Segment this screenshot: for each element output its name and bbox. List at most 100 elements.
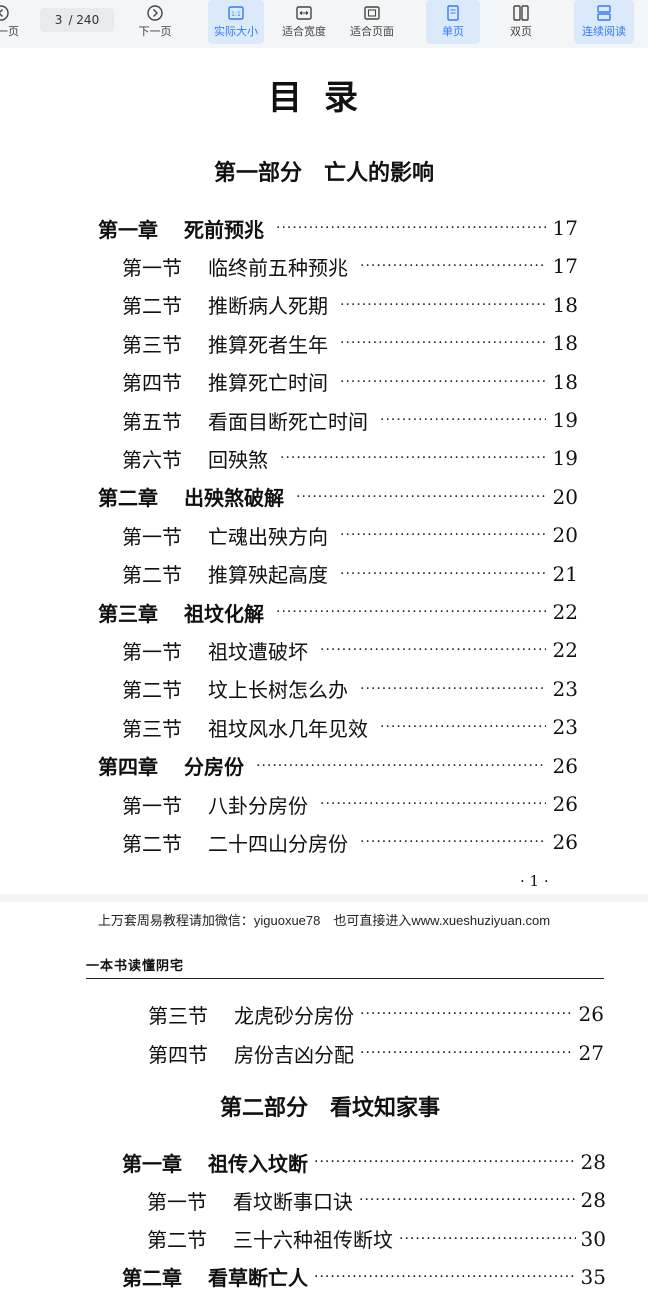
toc-page-number: 22 [552, 600, 578, 624]
actual-size-icon: 1:1 [228, 6, 244, 20]
toc-entry-title: 推算殃起高度 [208, 563, 328, 588]
continuous-reading-label: 连续阅读 [582, 25, 626, 38]
single-page-label: 单页 [442, 25, 464, 38]
toc-section-row: 第四节 房份吉凶分配 ·······························… [148, 1038, 604, 1068]
toc-leader-dots: ········································… [340, 565, 546, 582]
single-page-icon [447, 5, 459, 21]
toc-section-row: 第二节 坟上长树怎么办 ······························… [122, 674, 578, 704]
fit-page-button[interactable]: 适合页面 [344, 0, 400, 44]
continuous-reading-button[interactable]: 连续阅读 [574, 0, 634, 44]
toc-entry-title: 祖坟化解 [184, 601, 264, 626]
toc-leader-dots: ········································… [314, 1154, 576, 1170]
prev-page-label: 上一页 [0, 25, 19, 38]
total-pages: / 240 [68, 13, 100, 27]
toc-entry-title: 看面目断死亡时间 [208, 409, 368, 434]
toc-entry-label: 第一节 [122, 524, 182, 549]
page-number-input[interactable]: 3 / 240 [40, 8, 114, 32]
toc-entry-label: 第一节 [122, 255, 182, 280]
watermark-banner: 上万套周易教程请加微信：yiguoxue78 也可直接进入www.xueshuz… [97, 913, 551, 928]
toc-page-number: 35 [580, 1264, 606, 1289]
page-number: · 1 · [520, 872, 549, 890]
toc-chapter-row: 第四章 分房份 ··································… [98, 751, 578, 781]
toc-section-row: 第一节 临终前五种预兆 ······························… [122, 251, 578, 281]
toc-leader-dots: ········································… [340, 335, 546, 352]
toc-entry-label: 第二节 [147, 1228, 207, 1253]
toc-entry-label: 第五节 [122, 409, 182, 434]
single-page-button[interactable]: 单页 [426, 0, 480, 44]
toc-page-number: 28 [580, 1188, 606, 1213]
toc-leader-dots: ········································… [320, 796, 546, 812]
toc-entry-title: 分房份 [184, 755, 244, 780]
toc-leader-dots: ········································… [360, 258, 546, 275]
double-page-label: 双页 [510, 25, 532, 38]
toc-entry-label: 第三节 [122, 332, 182, 357]
toc-leader-dots: ········································… [276, 604, 546, 620]
toc-page-number: 17 [552, 216, 578, 240]
double-page-button[interactable]: 双页 [494, 0, 548, 44]
next-page-label: 下一页 [138, 25, 172, 38]
toc-leader-dots: ········································… [360, 1045, 574, 1061]
toc-entry-label: 第一章 [122, 1151, 182, 1176]
chevron-left-icon [0, 5, 9, 21]
toc-section-row: 第三节 推算死者生年 ·······························… [122, 328, 578, 358]
toc-entry-title: 推算死亡时间 [208, 371, 328, 396]
toc-entry-title: 八卦分房份 [208, 793, 308, 818]
toc-page-number: 28 [580, 1150, 606, 1174]
part-title: 第一部分 亡人的影响 [213, 160, 434, 186]
toc-entry-title: 龙虎砂分房份 [234, 1003, 354, 1028]
toc-entry-label: 第三节 [148, 1003, 208, 1028]
toc-leader-dots: ········································… [320, 642, 546, 659]
fit-page-icon [364, 6, 380, 20]
toc-section-row: 第二节 二十四山分房份 ······························… [122, 827, 578, 857]
toc-page-number: 23 [552, 715, 578, 740]
toc-section-row: 第二节 推算殃起高度 ·······························… [122, 559, 578, 589]
toc-entry-label: 第六节 [122, 447, 182, 472]
toc-entry-title: 临终前五种预兆 [208, 255, 348, 280]
viewer-toolbar: 上一页 3/ 240 下一页 1:1 实际大小 适合宽度 适合页面 单页 双页 … [0, 0, 648, 48]
toc-chapter-row: 第二章 看草断亡人 ································… [122, 1262, 606, 1292]
toc-entry-title: 死前预兆 [184, 217, 264, 242]
toc-entry-title: 推算死者生年 [208, 332, 328, 357]
actual-size-button[interactable]: 1:1 实际大小 [208, 0, 264, 44]
toc-section-row: 第一节 看坟断事口诀 ·······························… [147, 1185, 606, 1215]
prev-page-button[interactable]: 上一页 [0, 0, 19, 44]
toc-page-number: 27 [578, 1041, 604, 1065]
toc-page-number: 17 [552, 254, 578, 279]
toc-leader-dots: ········································… [360, 1006, 574, 1022]
toc-leader-dots: ········································… [340, 373, 546, 390]
toc-entry-label: 第四章 [98, 755, 158, 780]
toc-entry-label: 第二节 [122, 678, 182, 703]
double-page-icon [513, 5, 529, 21]
fit-width-button[interactable]: 适合宽度 [276, 0, 332, 44]
toc-entry-label: 第二章 [122, 1266, 182, 1291]
running-header: 一本书读懂阴宅 [86, 959, 185, 974]
toc-entry-label: 第一节 [122, 639, 182, 664]
toc-page-number: 19 [552, 408, 578, 432]
toc-entry-label: 第一节 [147, 1189, 207, 1214]
toc-leader-dots: ········································… [296, 488, 546, 505]
toc-section-row: 第五节 看面目断死亡时间 ·····························… [122, 405, 578, 435]
toc-page-number: 18 [552, 292, 578, 317]
toc-chapter-row: 第二章 出殃煞破解 ································… [98, 482, 578, 512]
toc-entry-title: 二十四山分房份 [208, 831, 348, 856]
toc-page-number: 26 [552, 830, 578, 855]
toc-page-number: 26 [552, 792, 578, 816]
fit-width-label: 适合宽度 [282, 25, 326, 38]
toc-leader-dots: ········································… [380, 719, 546, 736]
toc-section-row: 第一节 八卦分房份 ································… [122, 789, 578, 819]
toc-entry-title: 看草断亡人 [208, 1266, 308, 1291]
chevron-right-icon [147, 5, 163, 21]
toc-leader-dots: ········································… [276, 220, 546, 236]
next-page-button[interactable]: 下一页 [130, 0, 180, 44]
toc-section-row: 第四节 推算死亡时间 ·······························… [122, 367, 578, 397]
actual-size-label: 实际大小 [214, 25, 258, 38]
toc-entry-title: 亡魂出殃方向 [208, 524, 328, 549]
toc-leader-dots: ········································… [380, 412, 546, 428]
toc-leader-dots: ········································… [280, 450, 546, 467]
toc-entry-title: 坟上长树怎么办 [208, 678, 348, 703]
current-page[interactable]: 3 [55, 13, 63, 27]
toc-page-number: 18 [552, 369, 578, 394]
toc-page-number: 26 [578, 1002, 604, 1026]
toc-entry-title: 看坟断事口诀 [233, 1189, 353, 1214]
toc-page-number: 19 [552, 446, 578, 471]
